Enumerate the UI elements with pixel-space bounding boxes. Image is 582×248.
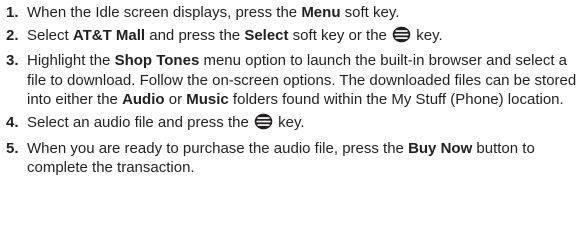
step-text: Select an audio file and press the xyxy=(27,113,253,131)
audio-folder-label: Audio xyxy=(122,91,165,109)
step-text: or xyxy=(164,91,187,109)
step-4: 4. Select an audio file and press the key… xyxy=(0,113,582,136)
step-text: Highlight the xyxy=(27,52,115,70)
step-text: key. xyxy=(412,26,443,44)
step-5: 5. When you are ready to purchase the aud… xyxy=(0,139,582,178)
step-text: and press the xyxy=(145,26,245,44)
step-text: soft key. xyxy=(340,4,400,21)
step-number: 4. xyxy=(6,113,19,131)
select-key-icon xyxy=(392,26,411,49)
select-key-icon xyxy=(254,113,273,136)
step-1: 1. When the Idle screen displays, press t… xyxy=(0,3,582,23)
step-number: 2. xyxy=(6,26,19,44)
step-text: Select xyxy=(27,26,73,44)
step-3: 3. Highlight the Shop Tones menu option t… xyxy=(0,51,582,110)
step-number: 1. xyxy=(6,4,19,21)
step-text: When you are ready to purchase the audio… xyxy=(27,139,409,157)
att-mall-label: AT&T Mall xyxy=(72,26,146,44)
step-number: 5. xyxy=(6,139,19,157)
step-text: When the Idle screen displays, press the xyxy=(27,4,302,21)
step-text: key. xyxy=(273,113,305,131)
music-folder-label: Music xyxy=(186,91,229,109)
step-2: 2. Select AT&T Mall and press the Select … xyxy=(0,26,582,49)
step-number: 3. xyxy=(6,52,19,70)
step-text: soft key or the xyxy=(288,26,392,44)
menu-key-label: Menu xyxy=(301,4,341,21)
step-text: folders found within the My Stuff (Phone… xyxy=(228,91,564,109)
instruction-steps: 1. When the Idle screen displays, press t… xyxy=(0,0,582,178)
buy-now-label: Buy Now xyxy=(408,139,473,157)
select-key-label: Select xyxy=(244,26,289,44)
shop-tones-label: Shop Tones xyxy=(114,52,200,70)
